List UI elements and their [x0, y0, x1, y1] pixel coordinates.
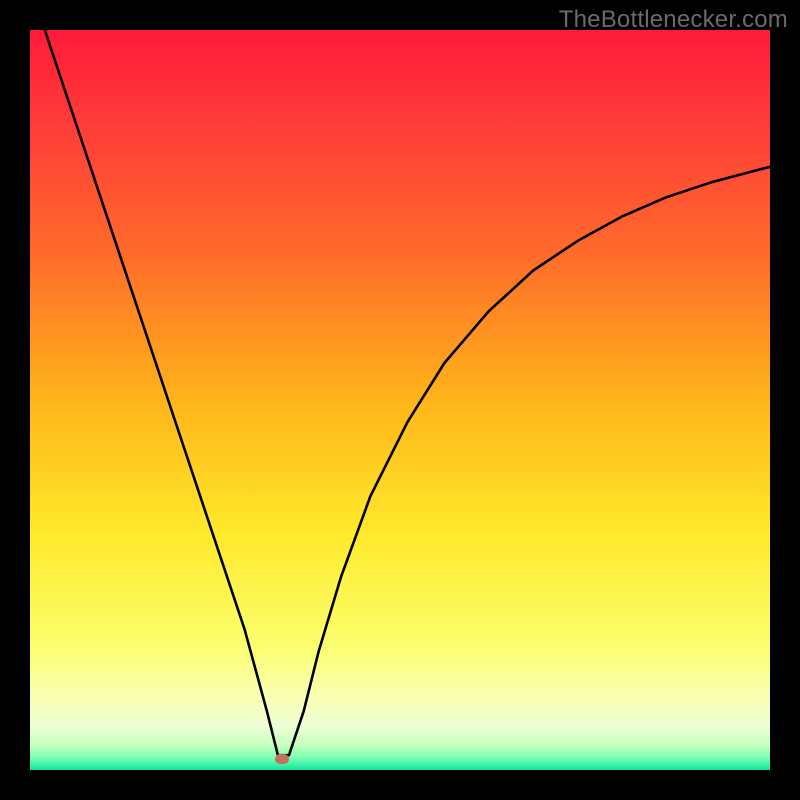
bottleneck-curve [45, 30, 770, 755]
optimal-point-marker [275, 754, 289, 764]
curve-svg [30, 30, 770, 770]
plot-area [30, 30, 770, 770]
chart-frame: TheBottlenecker.com [0, 0, 800, 800]
